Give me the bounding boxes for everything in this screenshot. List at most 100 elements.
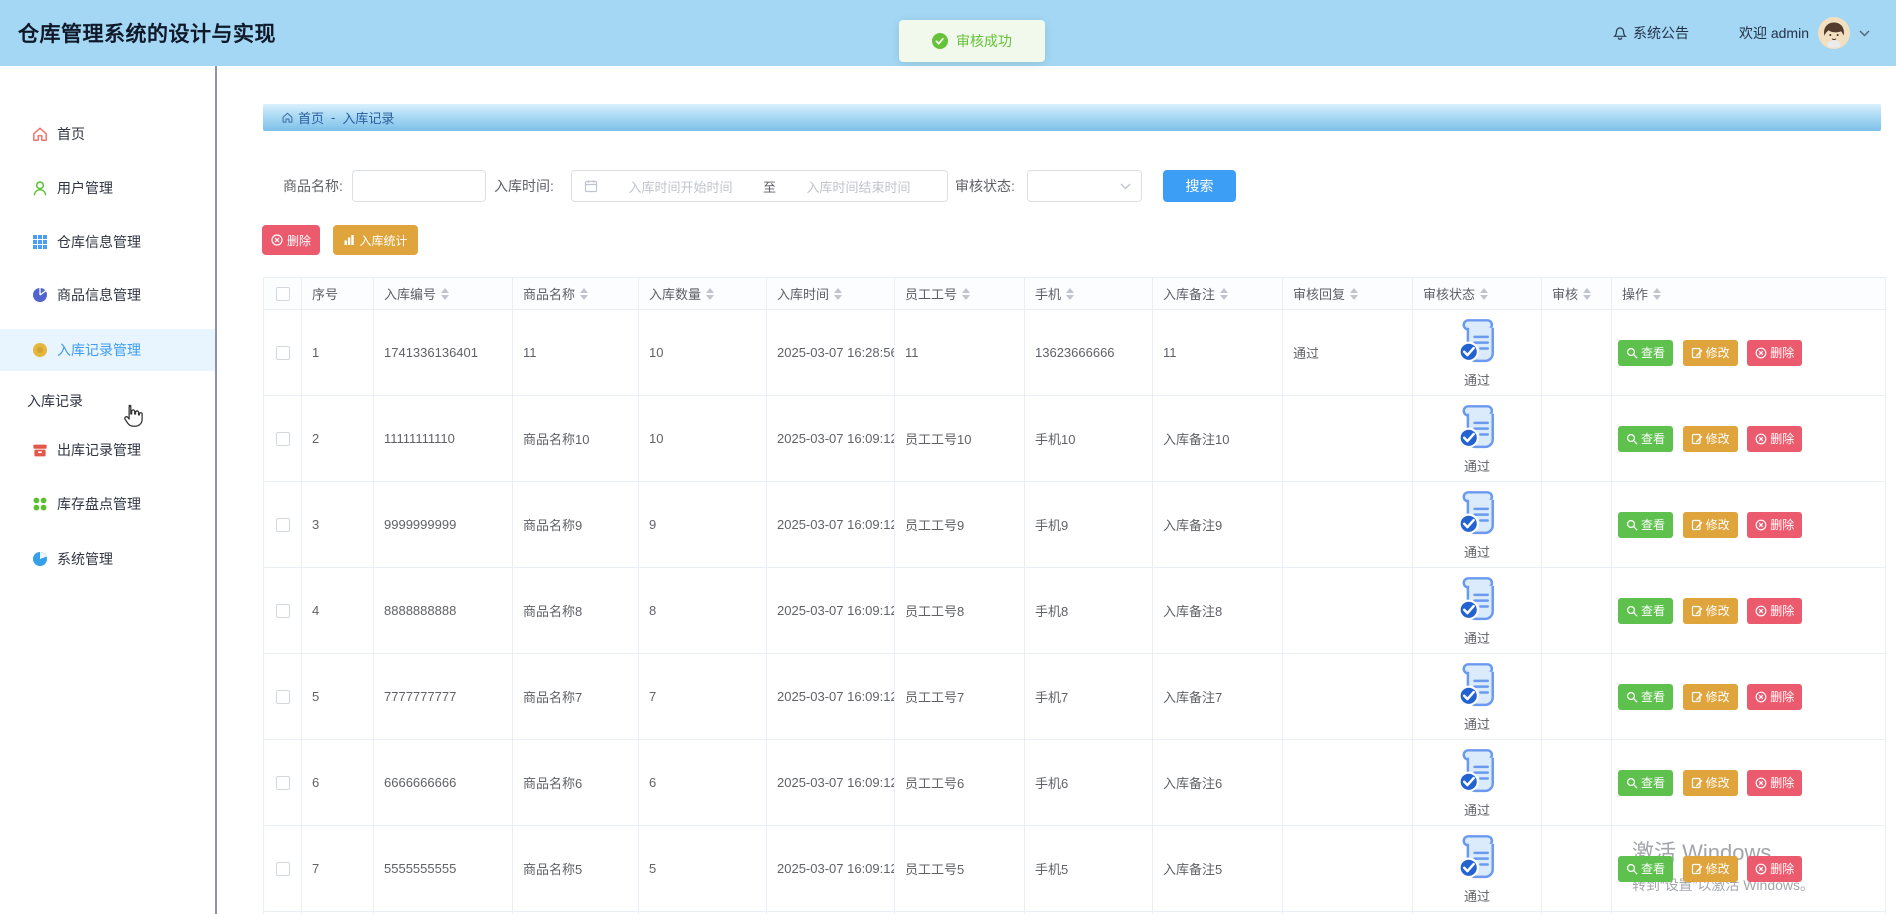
date-range-picker[interactable]: 入库时间开始时间 至 入库时间结束时间 — [571, 170, 948, 202]
approved-scroll-icon — [1456, 317, 1498, 365]
row-checkbox[interactable] — [276, 862, 290, 876]
cell-quantity: 6 — [639, 740, 767, 826]
cell-inbound-time: 2025-03-07 16:28:56 — [767, 310, 895, 396]
cell-audit-reply — [1283, 568, 1413, 654]
view-button[interactable]: 查看 — [1618, 340, 1673, 366]
header-audit-reply[interactable]: 审核回复 — [1283, 278, 1413, 310]
sidebar-item-inbound-records[interactable]: 入库记录管理 — [0, 329, 215, 371]
sidebar-item-warehouse-info[interactable]: 仓库信息管理 — [0, 221, 215, 263]
sort-caret-icon[interactable] — [441, 288, 449, 300]
header-employee[interactable]: 员工工号 — [895, 278, 1025, 310]
edit-button[interactable]: 修改 — [1683, 770, 1738, 796]
cell-audit-reply — [1283, 396, 1413, 482]
cell-audit — [1542, 482, 1612, 568]
status-text: 通过 — [1413, 886, 1541, 905]
table-row: 2 11111111110 商品名称10 10 2025-03-07 16:09… — [264, 396, 1886, 482]
header-note[interactable]: 入库备注 — [1153, 278, 1283, 310]
sort-caret-icon[interactable] — [1066, 288, 1074, 300]
welcome-label: 欢迎 admin — [1739, 23, 1809, 43]
row-checkbox[interactable] — [276, 776, 290, 790]
header-audit-status[interactable]: 审核状态 — [1413, 278, 1542, 310]
cell-audit — [1542, 654, 1612, 740]
delete-button[interactable]: 删除 — [1747, 340, 1802, 366]
cell-product-name: 商品名称7 — [513, 654, 639, 740]
view-button[interactable]: 查看 — [1618, 598, 1673, 624]
records-table: 序号 入库编号 商品名称 入库数量 入库时间 员工工号 手机 入库备注 审核回复… — [263, 277, 1885, 914]
edit-button[interactable]: 修改 — [1683, 598, 1738, 624]
header-phone[interactable]: 手机 — [1025, 278, 1153, 310]
cell-inbound-time: 2025-03-07 16:09:12 — [767, 396, 895, 482]
row-checkbox[interactable] — [276, 518, 290, 532]
audit-status-select[interactable] — [1027, 170, 1142, 202]
header-actions[interactable]: 操作 — [1612, 278, 1886, 310]
row-checkbox[interactable] — [276, 690, 290, 704]
view-button[interactable]: 查看 — [1618, 856, 1673, 882]
cell-phone: 手机9 — [1025, 482, 1153, 568]
breadcrumb-home[interactable]: 首页 — [298, 108, 324, 127]
delete-button[interactable]: 删除 — [1747, 856, 1802, 882]
cell-inbound-code: 7777777777 — [374, 654, 513, 740]
sort-caret-icon[interactable] — [962, 288, 970, 300]
home-icon — [31, 125, 49, 143]
avatar[interactable] — [1818, 17, 1850, 49]
sidebar-item-outbound-records[interactable]: 出库记录管理 — [0, 429, 215, 471]
delete-button[interactable]: 删除 — [1747, 426, 1802, 452]
view-button[interactable]: 查看 — [1618, 426, 1673, 452]
header-inbound-time[interactable]: 入库时间 — [767, 278, 895, 310]
toast-text: 审核成功 — [956, 31, 1012, 51]
header-quantity[interactable]: 入库数量 — [639, 278, 767, 310]
sidebar-item-inventory-check[interactable]: 库存盘点管理 — [0, 483, 215, 525]
chevron-down-icon — [1859, 30, 1870, 37]
cell-audit — [1542, 568, 1612, 654]
edit-button[interactable]: 修改 — [1683, 512, 1738, 538]
cell-quantity: 7 — [639, 654, 767, 740]
view-button[interactable]: 查看 — [1618, 770, 1673, 796]
row-checkbox[interactable] — [276, 432, 290, 446]
sidebar-item-product-info[interactable]: 商品信息管理 — [0, 274, 215, 316]
cell-phone: 手机10 — [1025, 396, 1153, 482]
delete-button[interactable]: 删除 — [1747, 684, 1802, 710]
table-header-row: 序号 入库编号 商品名称 入库数量 入库时间 员工工号 手机 入库备注 审核回复… — [264, 278, 1886, 310]
delete-button[interactable]: 删除 — [1747, 598, 1802, 624]
view-button[interactable]: 查看 — [1618, 684, 1673, 710]
cell-inbound-time: 2025-03-07 16:09:12 — [767, 482, 895, 568]
row-checkbox[interactable] — [276, 604, 290, 618]
delete-button[interactable]: 删除 — [1747, 770, 1802, 796]
delete-button[interactable]: 删除 — [1747, 512, 1802, 538]
sort-caret-icon[interactable] — [580, 288, 588, 300]
row-checkbox-cell — [264, 482, 302, 568]
view-button[interactable]: 查看 — [1618, 512, 1673, 538]
cell-employee: 员工工号10 — [895, 396, 1025, 482]
sort-caret-icon[interactable] — [1220, 288, 1228, 300]
sort-caret-icon[interactable] — [1480, 288, 1488, 300]
header-inbound-code[interactable]: 入库编号 — [374, 278, 513, 310]
user-menu[interactable]: 欢迎 admin — [1739, 17, 1870, 49]
select-all-checkbox[interactable] — [276, 287, 290, 301]
search-button[interactable]: 搜索 — [1163, 170, 1236, 202]
edit-button[interactable]: 修改 — [1683, 856, 1738, 882]
sort-caret-icon[interactable] — [1350, 288, 1358, 300]
header-product-name[interactable]: 商品名称 — [513, 278, 639, 310]
sidebar-item-home[interactable]: 首页 — [0, 113, 215, 155]
edit-button[interactable]: 修改 — [1683, 426, 1738, 452]
edit-button[interactable]: 修改 — [1683, 340, 1738, 366]
sort-caret-icon[interactable] — [1583, 288, 1591, 300]
inbound-stats-button[interactable]: 入库统计 — [333, 225, 418, 255]
breadcrumb-current: 入库记录 — [342, 108, 394, 127]
sidebar-subitem-inbound-record[interactable]: 入库记录 — [0, 380, 215, 422]
row-checkbox[interactable] — [276, 346, 290, 360]
sort-caret-icon[interactable] — [834, 288, 842, 300]
system-announcement-link[interactable]: 系统公告 — [1612, 23, 1689, 43]
sort-caret-icon[interactable] — [706, 288, 714, 300]
cell-audit-status: 通过 — [1413, 310, 1542, 396]
header-audit[interactable]: 审核 — [1542, 278, 1612, 310]
sort-caret-icon[interactable] — [1653, 288, 1661, 300]
product-name-input[interactable] — [352, 170, 486, 202]
bulk-delete-button[interactable]: 删除 — [262, 225, 320, 255]
bell-icon — [1612, 25, 1628, 41]
sidebar-item-system[interactable]: 系统管理 — [0, 538, 215, 580]
table-row: 1 1741336136401 11 10 2025-03-07 16:28:5… — [264, 310, 1886, 396]
cell-audit — [1542, 310, 1612, 396]
edit-button[interactable]: 修改 — [1683, 684, 1738, 710]
sidebar-item-users[interactable]: 用户管理 — [0, 167, 215, 209]
